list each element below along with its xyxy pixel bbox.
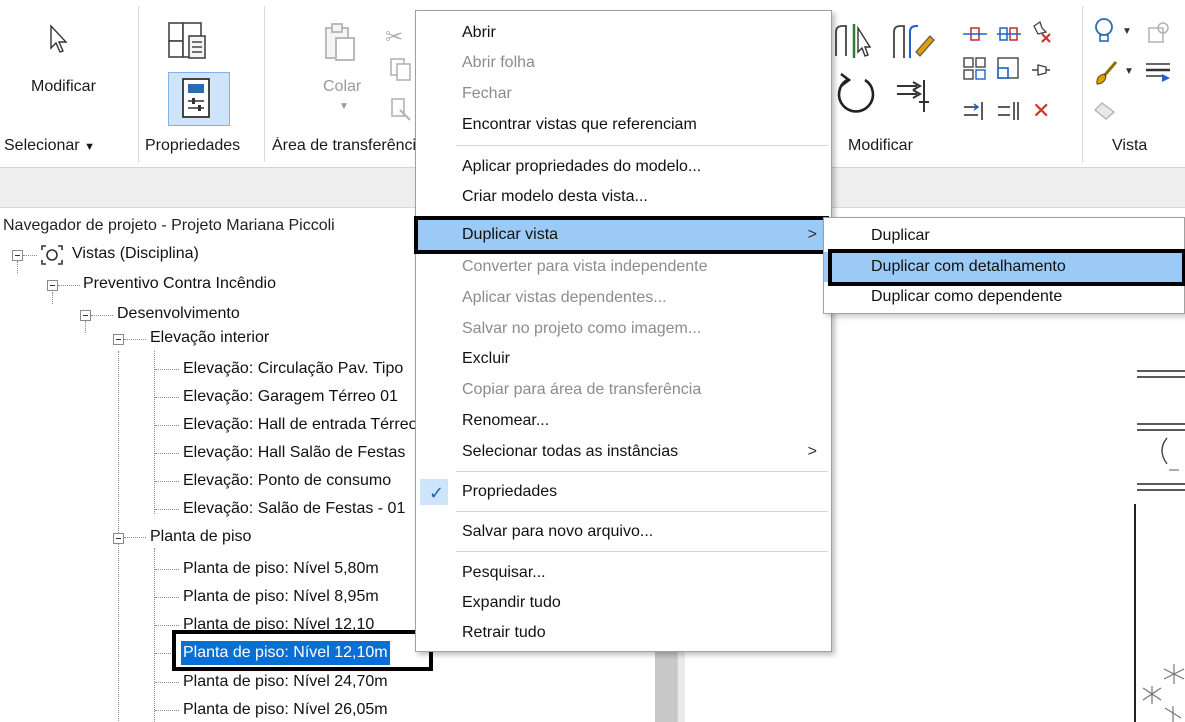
tree-node-root[interactable]: Vistas (Disciplina) xyxy=(72,242,199,266)
move-icon[interactable] xyxy=(962,24,988,49)
panel-modificar: Modificar xyxy=(848,137,913,154)
panel-area-transferencia: Área de transferência xyxy=(272,137,415,154)
hide-element-icon xyxy=(1092,98,1118,127)
menu-item-aplicar-propriedades[interactable]: Aplicar propriedades do modelo... xyxy=(416,152,831,182)
modificar-button[interactable]: Modificar xyxy=(31,78,96,96)
trim-extend-icon[interactable] xyxy=(893,76,933,121)
chevron-down-icon: ▼ xyxy=(339,101,349,112)
offset-icon[interactable] xyxy=(890,22,936,67)
menu-item-abrir[interactable]: Abrir xyxy=(416,18,831,48)
tree-item[interactable]: Elevação: Hall Salão de Festas xyxy=(183,441,405,465)
match-properties-icon xyxy=(388,96,414,127)
copy-element-icon[interactable] xyxy=(996,24,1022,49)
colar-button: Colar xyxy=(323,78,362,95)
chevron-down-icon: ▼ xyxy=(1122,26,1132,37)
tree-item[interactable]: Planta de piso: Nível 24,70m xyxy=(183,670,388,694)
submenu-arrow-icon: > xyxy=(807,443,817,460)
menu-item-converter-vista: Converter para vista independente xyxy=(462,258,708,275)
check-indicator: ✓ xyxy=(420,479,448,505)
split-with-gap-icon[interactable] xyxy=(996,100,1022,127)
paste-icon xyxy=(322,22,358,69)
cut-icon: ✂ xyxy=(385,24,404,49)
pin-remove-icon[interactable] xyxy=(1030,20,1054,51)
panel-vista: Vista xyxy=(1112,137,1148,154)
menu-item-criar-modelo[interactable]: Criar modelo desta vista... xyxy=(416,182,831,212)
rotate-icon[interactable] xyxy=(835,72,879,123)
annotation-box xyxy=(828,249,1185,286)
menu-item-abrir-folha: Abrir folha xyxy=(462,54,535,71)
tree-item[interactable]: Planta de piso: Nível 8,95m xyxy=(183,585,379,609)
scrollbar-thumb[interactable] xyxy=(655,640,677,722)
menu-item-aplicar-dependentes: Aplicar vistas dependentes... xyxy=(462,289,667,306)
tree-item[interactable]: Elevação: Circulação Pav. Tipo xyxy=(183,357,403,381)
scale-icon[interactable] xyxy=(996,56,1022,87)
tree-node-subdiscipline[interactable]: Desenvolvimento xyxy=(117,302,240,326)
tree-item[interactable]: Elevação: Ponto de consumo xyxy=(183,469,391,493)
tree-node-group[interactable]: Planta de piso xyxy=(150,525,251,549)
panel-selecionar[interactable]: Selecionar ▼ xyxy=(4,137,95,155)
properties-icon[interactable] xyxy=(168,72,230,126)
browser-title: Navegador de projeto - Projeto Mariana P… xyxy=(3,217,335,234)
submenu-item-duplicar[interactable]: Duplicar xyxy=(824,221,1184,251)
cursor-arrow-icon[interactable] xyxy=(48,24,70,59)
menu-item-renomear[interactable]: Renomear... xyxy=(416,406,831,436)
tree-item[interactable]: Elevação: Garagem Térreo 01 xyxy=(183,385,398,409)
array-icon[interactable] xyxy=(962,56,988,87)
menu-item-retrair-tudo[interactable]: Retrair tudo xyxy=(416,618,831,648)
panel-propriedades: Propriedades xyxy=(145,137,241,154)
pin-icon[interactable] xyxy=(1030,60,1052,85)
annotation-box xyxy=(414,216,829,254)
menu-item-encontrar-vistas[interactable]: Encontrar vistas que referenciam xyxy=(416,110,831,140)
override-graphics-icon xyxy=(1145,20,1171,51)
menu-item-excluir[interactable]: Excluir xyxy=(416,344,831,374)
annotation-box xyxy=(172,630,433,671)
checkmark-icon: ✓ xyxy=(429,483,445,503)
collapse-toggle[interactable] xyxy=(47,280,58,291)
menu-item-copiar: Copiar para área de transferência xyxy=(462,381,702,398)
menu-item-propriedades[interactable]: ✓ Propriedades xyxy=(416,477,831,507)
menu-item-expandir-tudo[interactable]: Expandir tudo xyxy=(416,588,831,618)
tree-node-group[interactable]: Elevação interior xyxy=(150,326,269,350)
menu-item-salvar-imagem: Salvar no projeto como imagem... xyxy=(462,320,702,337)
type-properties-icon[interactable] xyxy=(165,20,209,67)
menu-item-pesquisar[interactable]: Pesquisar... xyxy=(416,558,831,588)
menu-item-selecionar-instancias[interactable]: Selecionar todas as instâncias > xyxy=(416,437,831,467)
menu-item-salvar-arquivo[interactable]: Salvar para novo arquivo... xyxy=(416,517,831,547)
lightbulb-icon[interactable] xyxy=(1092,16,1116,51)
tree-item[interactable]: Elevação: Hall de entrada Térreo xyxy=(183,413,418,437)
tree-item[interactable]: Elevação: Salão de Festas - 01 xyxy=(183,497,405,521)
tree-item[interactable]: Planta de piso: Nível 5,80m xyxy=(183,557,379,581)
tree-node-discipline[interactable]: Preventivo Contra Incêndio xyxy=(83,272,276,296)
collapse-toggle[interactable] xyxy=(12,250,23,261)
copy-icon xyxy=(388,56,414,87)
split-element-icon[interactable] xyxy=(962,100,988,127)
collapse-toggle[interactable] xyxy=(80,310,91,321)
tree-item[interactable]: Planta de piso: Nível 26,05m xyxy=(183,698,388,722)
collapse-toggle[interactable] xyxy=(113,334,124,345)
paintbrush-icon[interactable] xyxy=(1094,60,1120,91)
align-icon[interactable] xyxy=(832,22,872,65)
chevron-down-icon: ▼ xyxy=(1124,66,1134,77)
chevron-down-icon: ▼ xyxy=(84,141,95,153)
delete-icon[interactable]: ✕ xyxy=(1032,98,1050,124)
duplicate-submenu: Duplicar Duplicar com detalhamento Dupli… xyxy=(823,217,1185,314)
linework-icon[interactable] xyxy=(1144,60,1172,89)
context-menu: Abrir Abrir folha Fechar Encontrar vista… xyxy=(414,10,832,652)
menu-item-fechar: Fechar xyxy=(462,85,512,102)
collapse-toggle[interactable] xyxy=(113,533,124,544)
submenu-item-duplicar-dependente[interactable]: Duplicar como dependente xyxy=(824,282,1184,312)
views-icon xyxy=(40,244,64,271)
